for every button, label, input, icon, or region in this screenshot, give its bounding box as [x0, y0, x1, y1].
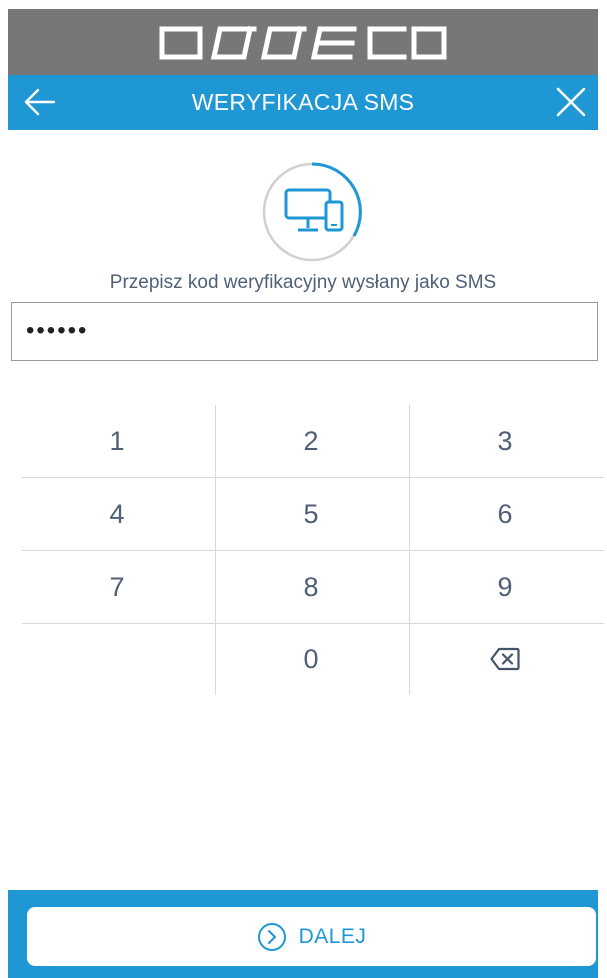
key-2[interactable]: 2	[216, 405, 406, 477]
arrow-left-icon	[24, 88, 56, 116]
key-4[interactable]: 4	[22, 478, 212, 550]
key-5[interactable]: 5	[216, 478, 406, 550]
page-title: WERYFIKACJA SMS	[191, 89, 415, 115]
key-6[interactable]: 6	[410, 478, 600, 550]
key-1[interactable]: 1	[22, 405, 212, 477]
key-7[interactable]: 7	[22, 551, 212, 623]
backspace-button[interactable]	[410, 623, 600, 695]
chevron-right-circle-icon	[257, 922, 286, 951]
back-button[interactable]	[22, 85, 58, 119]
monitor-phone-icon	[262, 162, 362, 262]
key-3[interactable]: 3	[410, 405, 600, 477]
key-0[interactable]: 0	[216, 623, 406, 695]
close-button[interactable]	[554, 85, 588, 119]
header-bar: WERYFIKACJA SMS	[8, 75, 598, 130]
device-illustration	[260, 160, 364, 264]
next-button[interactable]: DALEJ	[27, 907, 596, 966]
asseco-logo	[159, 26, 447, 60]
next-button-label: DALEJ	[298, 924, 367, 948]
key-empty	[22, 623, 212, 695]
key-9[interactable]: 9	[410, 551, 600, 623]
sms-code-field[interactable]: ••••••	[11, 302, 598, 361]
close-icon	[556, 87, 586, 117]
key-8[interactable]: 8	[216, 551, 406, 623]
numeric-keypad: 1 2 3 4 5 6 7 8 9 0	[22, 405, 604, 695]
brand-bar	[8, 9, 598, 75]
instruction-text: Przepisz kod weryfikacyjny wysłany jako …	[109, 272, 497, 293]
backspace-icon	[490, 647, 520, 671]
